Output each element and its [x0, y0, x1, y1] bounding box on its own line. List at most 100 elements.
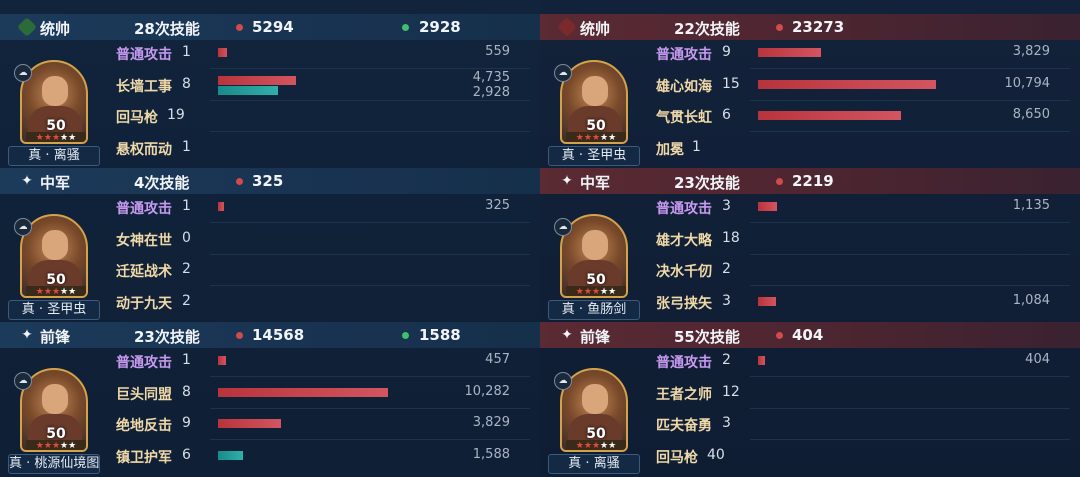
heal-bar	[218, 451, 243, 460]
skill-row: 普通攻击 3 1,135	[540, 192, 1080, 223]
sparkle-icon: ✦	[561, 173, 573, 189]
skill-use-count: 1	[182, 198, 191, 214]
skill-use-count: 2	[182, 293, 191, 309]
skill-use-count: 3	[722, 293, 731, 309]
row-divider	[750, 68, 1070, 69]
skill-use-count: 1	[692, 139, 701, 155]
skill-name: 长墙工事	[116, 79, 172, 95]
damage-value: 3,829	[472, 415, 510, 430]
skill-use-count: 15	[722, 76, 740, 92]
row-divider	[210, 68, 530, 69]
skill-bar-area	[218, 261, 510, 285]
skill-use-count: 1	[182, 352, 191, 368]
role-header: ✦ 前锋 55次技能 404	[540, 322, 1080, 348]
role-label: 前锋	[40, 328, 71, 346]
damage-value: 4,735	[472, 70, 510, 85]
row-divider	[210, 376, 530, 377]
role-label: 统帅	[580, 20, 611, 38]
sparkle-icon: ✦	[21, 327, 33, 343]
skill-name: 决水千仞	[656, 264, 712, 280]
skill-name: 镇卫护军	[116, 450, 172, 466]
row-divider	[210, 439, 530, 440]
skill-row: 匹夫奋勇 3	[540, 409, 1080, 440]
total-damage: 325	[252, 172, 284, 190]
skill-use-count: 9	[722, 44, 731, 60]
role-label: 中军	[580, 174, 611, 192]
skill-use-count: 9	[182, 415, 191, 431]
skill-name: 王者之师	[656, 387, 712, 403]
role-header: ✦ 前锋 23次技能 14568 1588	[0, 322, 540, 348]
heal-value: 1,588	[472, 447, 510, 462]
skill-use-count: 6	[182, 447, 191, 463]
skill-row: 回马枪 40	[540, 441, 1080, 472]
role-header: 统帅 22次技能 23273	[540, 14, 1080, 40]
skill-bar-area: 559	[218, 44, 510, 68]
row-divider	[750, 131, 1070, 132]
damage-value: 457	[485, 352, 510, 367]
role-section-1: 统帅 28次技能 5294 2928 50 ★★★★★ ☁ 真 · 离骚 普通攻击 1 559 长墙工…	[0, 14, 540, 168]
skill-row: 决水千仞 2	[540, 255, 1080, 286]
skill-bar-area	[758, 415, 1050, 439]
skill-cast-count: 22次技能	[674, 20, 740, 38]
commander-gem-icon	[557, 17, 577, 37]
skill-row: 普通攻击 1 325	[0, 192, 540, 223]
left-team-panel: 统帅 28次技能 5294 2928 50 ★★★★★ ☁ 真 · 离骚 普通攻击 1 559 长墙工…	[0, 0, 540, 477]
skill-bar-area: 3,829	[758, 44, 1050, 68]
damage-bar	[758, 297, 776, 306]
skill-row: 迁延战术 2	[0, 255, 540, 286]
skill-row: 长墙工事 8 4,735 2,928	[0, 70, 540, 101]
role-section-2: ✦ 中军 23次技能 2219 50 ★★★★★ ☁ 真 · 鱼肠剑 普通攻击 3 1,135 雄才大…	[540, 168, 1080, 322]
skill-name: 普通攻击	[116, 201, 172, 217]
skill-bar-area	[218, 139, 510, 163]
skill-cast-count: 23次技能	[674, 174, 740, 192]
damage-bar	[218, 388, 388, 397]
skill-bar-area: 457	[218, 352, 510, 376]
row-divider	[750, 222, 1070, 223]
skill-row: 悬权而动 1	[0, 133, 540, 164]
skill-name: 动于九天	[116, 296, 172, 312]
skill-use-count: 1	[182, 44, 191, 60]
role-header: ✦ 中军 4次技能 325	[0, 168, 540, 194]
skill-bar-area	[758, 447, 1050, 471]
damage-bar	[758, 48, 821, 57]
skill-row: 雄心如海 15 10,794	[540, 70, 1080, 101]
skill-name: 雄才大略	[656, 233, 712, 249]
skill-bar-area: 1,084	[758, 293, 1050, 317]
role-section-3: ✦ 前锋 23次技能 14568 1588 50 ★★★★★ ☁ 真 · 桃源仙境图 普通攻击 1 4…	[0, 322, 540, 476]
row-divider	[750, 439, 1070, 440]
skill-name: 气贯长虹	[656, 110, 712, 126]
skill-row: 巨头同盟 8 10,282	[0, 378, 540, 409]
heal-value: 2,928	[472, 85, 510, 100]
skill-use-count: 2	[722, 352, 731, 368]
skill-cast-count: 4次技能	[134, 174, 190, 192]
skill-name: 巨头同盟	[116, 387, 172, 403]
skill-use-count: 19	[167, 107, 185, 123]
skill-row: 加冕 1	[540, 133, 1080, 164]
skill-name: 加冕	[656, 142, 684, 158]
skill-row: 雄才大略 18	[540, 224, 1080, 255]
skill-bar-area: 3,829	[218, 415, 510, 439]
damage-bar	[758, 202, 777, 211]
skill-name: 普通攻击	[116, 355, 172, 371]
skill-row: 普通攻击 9 3,829	[540, 38, 1080, 69]
skill-name: 张弓挟矢	[656, 296, 712, 312]
skill-name: 女神在世	[116, 233, 172, 249]
role-header: ✦ 中军 23次技能 2219	[540, 168, 1080, 194]
damage-value: 404	[1025, 352, 1050, 367]
damage-value: 3,829	[1012, 44, 1050, 59]
damage-bar	[218, 356, 226, 365]
skill-row: 气贯长虹 6 8,650	[540, 101, 1080, 132]
skill-row: 镇卫护军 6 1,588	[0, 441, 540, 472]
damage-value: 325	[485, 198, 510, 213]
skill-bar-area: 8,650	[758, 107, 1050, 131]
damage-dot-icon	[776, 332, 783, 339]
skill-bar-area: 10,794	[758, 76, 1050, 100]
skill-row: 回马枪 19	[0, 101, 540, 132]
total-damage: 5294	[252, 18, 294, 36]
damage-dot-icon	[236, 24, 243, 31]
skill-row: 普通攻击 1 457	[0, 346, 540, 377]
damage-value: 1,135	[1012, 198, 1050, 213]
skill-name: 雄心如海	[656, 79, 712, 95]
skill-cast-count: 55次技能	[674, 328, 740, 346]
damage-value: 10,282	[464, 384, 511, 399]
